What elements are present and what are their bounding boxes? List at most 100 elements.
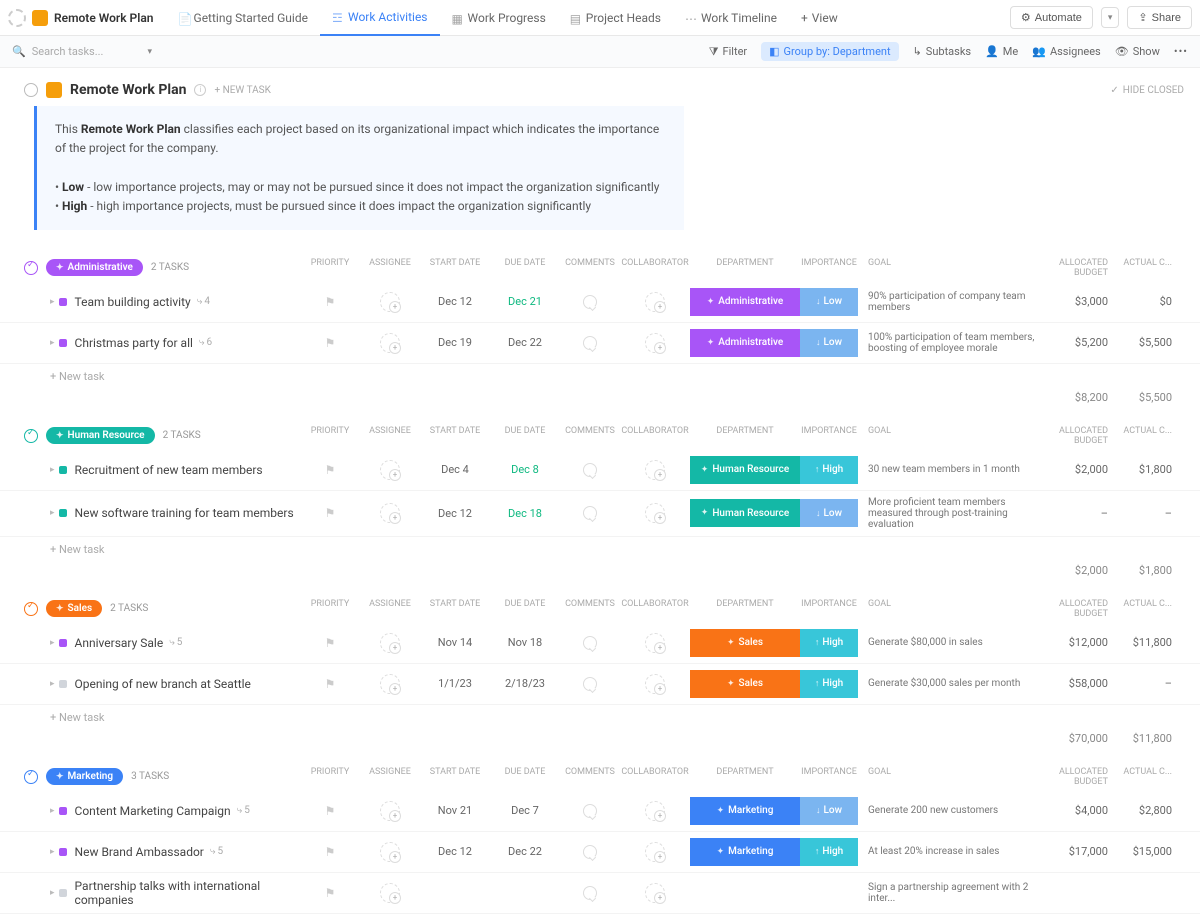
expand-icon[interactable]: ▸	[50, 806, 55, 816]
priority-flag-icon[interactable]: ⚑	[325, 804, 336, 818]
me-button[interactable]: 👤Me	[985, 45, 1018, 58]
group-label[interactable]: ✦Administrative	[46, 259, 143, 276]
task-name[interactable]: Christmas party for all	[75, 336, 193, 350]
collaborator-avatar[interactable]	[645, 333, 665, 353]
importance-badge[interactable]: ↑High	[800, 670, 858, 698]
task-row[interactable]: ▸ New software training for team members…	[0, 491, 1200, 537]
collaborator-avatar[interactable]	[645, 292, 665, 312]
due-date[interactable]: 2/18/23	[490, 677, 560, 690]
department-badge[interactable]: ✦Sales	[690, 670, 800, 698]
group-by-button[interactable]: ◧Group by: Department	[761, 42, 898, 61]
automate-button[interactable]: ⚙Automate	[1010, 6, 1093, 29]
collaborator-avatar[interactable]	[645, 842, 665, 862]
priority-flag-icon[interactable]: ⚑	[325, 463, 336, 477]
expand-icon[interactable]: ▸	[50, 465, 55, 475]
add-view-button[interactable]: +View	[789, 0, 850, 36]
task-name[interactable]: Team building activity	[75, 295, 191, 309]
expand-icon[interactable]: ▸	[50, 888, 55, 898]
collaborator-avatar[interactable]	[645, 503, 665, 523]
task-row[interactable]: ▸ Opening of new branch at Seattle ⚑ 1/1…	[0, 664, 1200, 705]
task-row[interactable]: ▸ Partnership talks with international c…	[0, 873, 1200, 914]
status-square-icon[interactable]	[59, 848, 67, 856]
assignee-avatar[interactable]	[380, 883, 400, 903]
status-square-icon[interactable]	[59, 339, 67, 347]
comment-icon[interactable]	[583, 295, 597, 309]
assignee-avatar[interactable]	[380, 503, 400, 523]
importance-badge[interactable]: ↑High	[800, 629, 858, 657]
info-icon[interactable]: i	[194, 84, 206, 96]
due-date[interactable]: Nov 18	[490, 636, 560, 649]
due-date[interactable]: Dec 7	[490, 804, 560, 817]
status-square-icon[interactable]	[59, 807, 67, 815]
due-date[interactable]: Dec 21	[490, 295, 560, 308]
group-label[interactable]: ✦Marketing	[46, 768, 123, 785]
expand-icon[interactable]: ▸	[50, 508, 55, 518]
group-collapse-icon[interactable]	[24, 602, 38, 616]
importance-badge[interactable]: ↑High	[800, 456, 858, 484]
start-date[interactable]: 1/1/23	[420, 677, 490, 690]
group-label[interactable]: ✦Sales	[46, 600, 102, 617]
assignee-avatar[interactable]	[380, 460, 400, 480]
workspace-avatar-icon[interactable]	[32, 10, 48, 26]
assignee-avatar[interactable]	[380, 292, 400, 312]
department-badge[interactable]: ✦Marketing	[690, 797, 800, 825]
start-date[interactable]: Dec 12	[420, 845, 490, 858]
new-task-button[interactable]: + New task	[0, 537, 1200, 562]
comment-icon[interactable]	[583, 804, 597, 818]
department-badge[interactable]: ✦Sales	[690, 629, 800, 657]
comment-icon[interactable]	[583, 636, 597, 650]
priority-flag-icon[interactable]: ⚑	[325, 506, 336, 520]
expand-icon[interactable]: ▸	[50, 847, 55, 857]
collaborator-avatar[interactable]	[645, 460, 665, 480]
due-date[interactable]: Dec 22	[490, 845, 560, 858]
start-date[interactable]: Dec 19	[420, 336, 490, 349]
status-square-icon[interactable]	[59, 680, 67, 688]
importance-badge[interactable]: ↓Low	[800, 797, 858, 825]
expand-icon[interactable]: ▸	[50, 338, 55, 348]
comment-icon[interactable]	[583, 506, 597, 520]
tab-getting-started[interactable]: 📄Getting Started Guide	[166, 0, 320, 36]
department-badge[interactable]: ✦Human Resource	[690, 499, 800, 527]
tab-project-heads[interactable]: ▤Project Heads	[558, 0, 673, 36]
expand-icon[interactable]: ▸	[50, 638, 55, 648]
group-collapse-icon[interactable]	[24, 770, 38, 784]
collaborator-avatar[interactable]	[645, 801, 665, 821]
group-collapse-icon[interactable]	[24, 261, 38, 275]
task-name[interactable]: Anniversary Sale	[75, 636, 164, 650]
app-logo-icon[interactable]	[8, 9, 26, 27]
task-row[interactable]: ▸ Team building activity⤷4 ⚑ Dec 12 Dec …	[0, 282, 1200, 323]
comment-icon[interactable]	[583, 336, 597, 350]
status-square-icon[interactable]	[59, 639, 67, 647]
assignee-avatar[interactable]	[380, 801, 400, 821]
assignee-avatar[interactable]	[380, 333, 400, 353]
collaborator-avatar[interactable]	[645, 883, 665, 903]
status-square-icon[interactable]	[59, 509, 67, 517]
assignees-button[interactable]: 👥Assignees	[1032, 45, 1101, 58]
status-square-icon[interactable]	[59, 466, 67, 474]
group-collapse-icon[interactable]	[24, 429, 38, 443]
group-label[interactable]: ✦Human Resource	[46, 427, 155, 444]
priority-flag-icon[interactable]: ⚑	[325, 845, 336, 859]
task-row[interactable]: ▸ Christmas party for all⤷6 ⚑ Dec 19 Dec…	[0, 323, 1200, 364]
task-name[interactable]: Opening of new branch at Seattle	[75, 677, 251, 691]
task-name[interactable]: New Brand Ambassador	[75, 845, 204, 859]
collapse-all-icon[interactable]	[24, 83, 38, 97]
department-badge[interactable]: ✦Administrative	[690, 329, 800, 357]
importance-badge[interactable]: ↓Low	[800, 329, 858, 357]
start-date[interactable]: Dec 12	[420, 295, 490, 308]
start-date[interactable]: Dec 4	[420, 463, 490, 476]
department-badge[interactable]: ✦Marketing	[690, 838, 800, 866]
priority-flag-icon[interactable]: ⚑	[325, 636, 336, 650]
task-name[interactable]: Content Marketing Campaign	[75, 804, 231, 818]
new-task-header-button[interactable]: + NEW TASK	[214, 85, 270, 96]
priority-flag-icon[interactable]: ⚑	[325, 677, 336, 691]
expand-icon[interactable]: ▸	[50, 297, 55, 307]
task-row[interactable]: ▸ New Brand Ambassador⤷5 ⚑ Dec 12 Dec 22…	[0, 832, 1200, 873]
automate-dropdown[interactable]: ▾	[1101, 7, 1120, 28]
assignee-avatar[interactable]	[380, 674, 400, 694]
filter-button[interactable]: ⧩Filter	[709, 45, 747, 59]
priority-flag-icon[interactable]: ⚑	[325, 886, 336, 900]
department-badge[interactable]: ✦Human Resource	[690, 456, 800, 484]
new-task-button[interactable]: + New task	[0, 364, 1200, 389]
comment-icon[interactable]	[583, 463, 597, 477]
